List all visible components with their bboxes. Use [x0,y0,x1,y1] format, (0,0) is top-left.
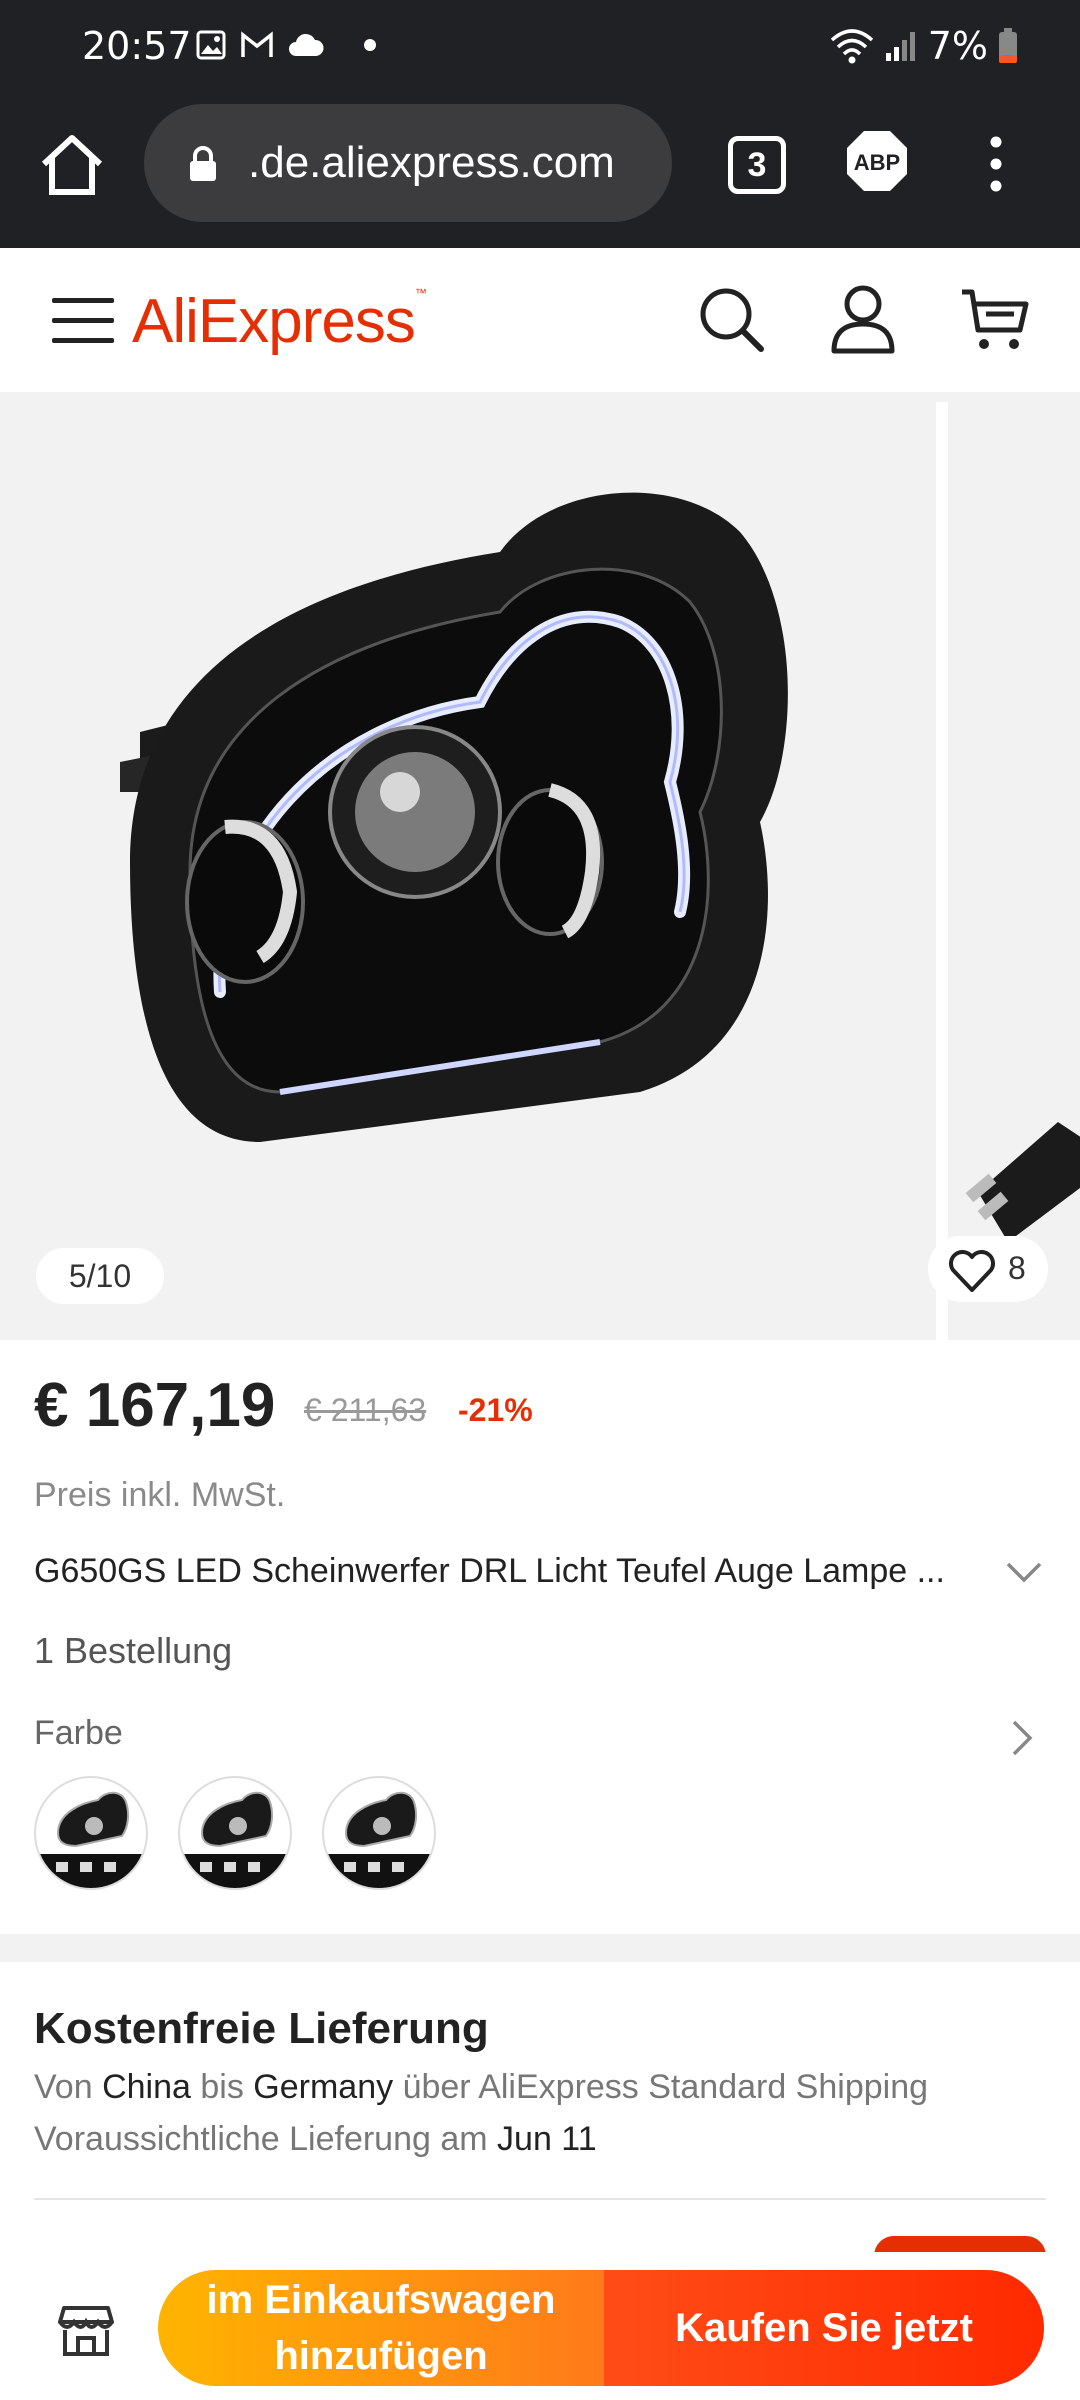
tab-switcher-button[interactable]: 3 [728,136,786,194]
home-icon[interactable] [38,130,106,198]
product-image[interactable] [80,492,860,1212]
eta-label: Voraussichtliche Lieferung am [34,2120,488,2158]
eta-date: Jun 11 [497,2120,597,2158]
adblock-icon[interactable]: ABP [846,130,908,192]
to-label: bis [200,2068,244,2106]
delivery-route: Von China bis Germany über AliExpress St… [34,2068,928,2107]
tax-note: Preis inkl. MwSt. [34,1476,286,1514]
dot-icon [364,39,376,51]
aliexpress-logo[interactable]: AliExpress™ [132,286,427,357]
bottom-action-bar: im Einkaufswagen hinzufügen Kaufen Sie j… [0,2252,1080,2400]
battery-icon [999,28,1017,63]
add-to-cart-button[interactable]: im Einkaufswagen hinzufügen [158,2270,604,2386]
store-icon[interactable] [58,2304,114,2358]
buy-now-button[interactable]: Kaufen Sie jetzt [604,2270,1044,2386]
gmail-icon [241,31,273,57]
status-time: 20:57 [82,24,192,68]
wishlist-count: 8 [1008,1250,1026,1286]
lock-icon [190,146,216,181]
chevron-down-icon[interactable] [1004,1552,1044,1592]
search-icon[interactable] [698,286,764,352]
adblock-label: ABP [854,150,900,175]
url-text: .de.aliexpress.com [248,138,615,187]
discount-badge: -21% [458,1392,533,1428]
add-to-cart-label-1: im Einkaufswagen [206,2278,556,2322]
heart-icon [949,1250,995,1292]
from-label: Von [34,2068,93,2106]
site-header: AliExpress™ [0,248,1080,390]
wifi-icon [830,29,873,64]
notification-icons [196,30,376,60]
status-bar: 20:57 7% [0,0,1080,100]
cloud-icon [289,33,324,56]
original-price: € 211,63 [304,1392,427,1428]
more-menu-icon[interactable] [984,136,1008,192]
color-swatch[interactable] [322,1776,436,1890]
status-right: 7% [830,24,1018,68]
cart-icon[interactable] [960,288,1030,352]
current-price: € 167,19 [34,1371,276,1440]
divider-line [34,2198,1046,2200]
order-count: 1 Bestellung [34,1630,233,1671]
delivery-eta: Voraussichtliche Lieferung am Jun 11 [34,2120,597,2159]
shipping-method: über AliExpress Standard Shipping [402,2068,929,2106]
ship-from: China [102,2068,191,2106]
address-bar[interactable]: .de.aliexpress.com [144,104,672,222]
section-separator [0,1934,1080,1962]
logo-text: AliExpress [132,287,416,356]
color-swatch[interactable] [34,1776,148,1890]
product-image-gallery[interactable]: 5/10 8 [0,392,1080,1340]
user-account-icon[interactable] [830,284,896,354]
chevron-right-icon[interactable] [1008,1718,1036,1758]
image-icon [196,30,226,60]
color-swatches [34,1776,436,1890]
color-swatch[interactable] [178,1776,292,1890]
color-label[interactable]: Farbe [34,1714,123,1753]
battery-percent: 7% [927,24,988,68]
ship-to: Germany [253,2068,394,2106]
signal-icon [885,32,915,61]
wishlist-button[interactable]: 8 [928,1236,1048,1302]
delivery-title: Kostenfreie Lieferung [34,2004,489,2053]
gallery-divider [936,402,948,1340]
add-to-cart-label-2: hinzufügen [274,2334,488,2378]
hamburger-menu-icon[interactable] [52,296,114,346]
image-counter: 5/10 [36,1248,164,1304]
product-title[interactable]: G650GS LED Scheinwerfer DRL Licht Teufel… [34,1552,974,1591]
browser-toolbar: .de.aliexpress.com 3 ABP [0,100,1080,248]
